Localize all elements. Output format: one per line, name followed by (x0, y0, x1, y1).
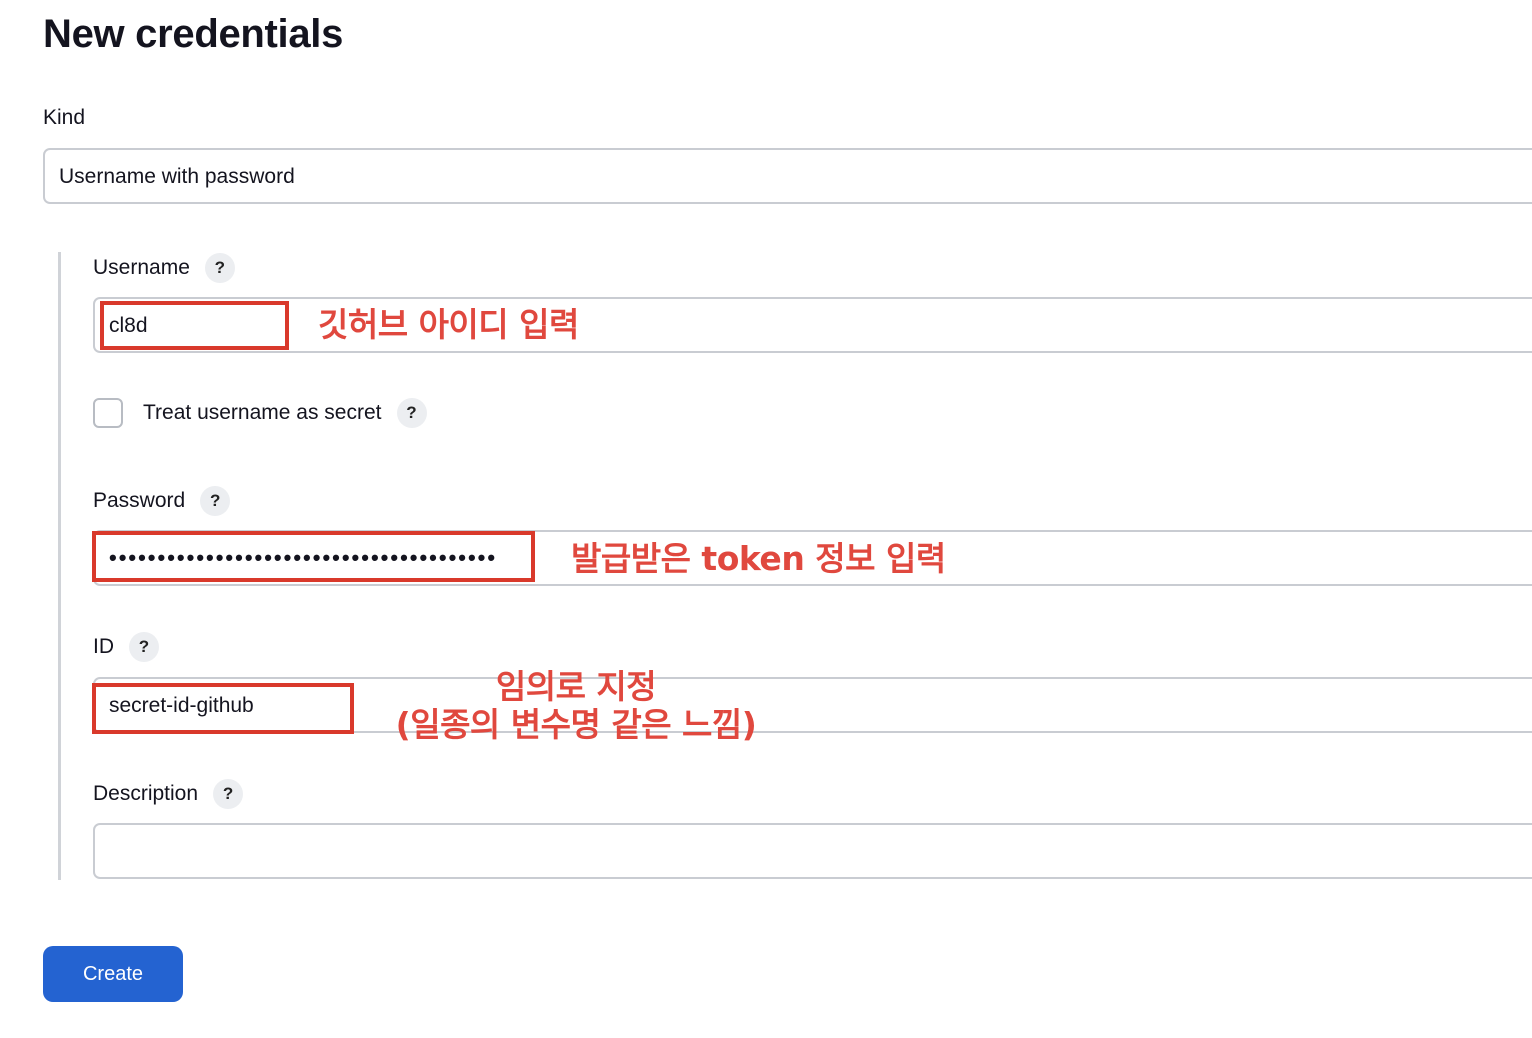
id-highlight-box (92, 683, 354, 734)
treat-username-secret-label[interactable]: Treat username as secret (143, 401, 382, 425)
footer-strip (12, 994, 1532, 1016)
username-annotation: 깃허브 아이디 입력 (318, 305, 579, 344)
treat-username-secret-checkbox[interactable] (93, 398, 123, 428)
treat-username-secret-row: Treat username as secret ? (93, 398, 427, 428)
password-highlight-box (92, 531, 535, 582)
username-label-row: Username ? (93, 253, 235, 283)
kind-select[interactable]: Username with password (43, 148, 1532, 204)
password-annotation: 발급받은 token 정보 입력 (571, 539, 946, 578)
treat-username-secret-help-icon[interactable]: ? (396, 398, 427, 428)
id-help-icon[interactable]: ? (129, 632, 159, 662)
id-label-row: ID ? (93, 632, 159, 662)
id-annotation-line2: (일종의 변수명 같은 느낌) (395, 705, 757, 744)
section-divider-bar (58, 252, 61, 880)
description-input[interactable] (93, 823, 1532, 879)
id-annotation-line1: 임의로 지정 (495, 667, 657, 706)
id-label: ID (93, 635, 114, 658)
username-input[interactable]: cl8d (93, 297, 1532, 353)
id-annotation: 임의로 지정 (일종의 변수명 같은 느낌) (386, 668, 766, 744)
password-help-icon[interactable]: ? (200, 486, 231, 516)
page-title: New credentials (43, 12, 344, 56)
username-label: Username (93, 256, 190, 279)
username-highlight-box (100, 301, 289, 350)
description-help-icon[interactable]: ? (213, 779, 244, 809)
new-credentials-page: New credentials Kind Username with passw… (0, 0, 1532, 1038)
password-label: Password (93, 489, 186, 512)
kind-label: Kind (43, 106, 86, 129)
password-label-row: Password ? (93, 486, 231, 516)
description-label: Description (93, 782, 199, 805)
username-help-icon[interactable]: ? (204, 253, 235, 283)
description-label-row: Description ? (93, 779, 244, 809)
create-button[interactable]: Create (43, 946, 183, 1002)
